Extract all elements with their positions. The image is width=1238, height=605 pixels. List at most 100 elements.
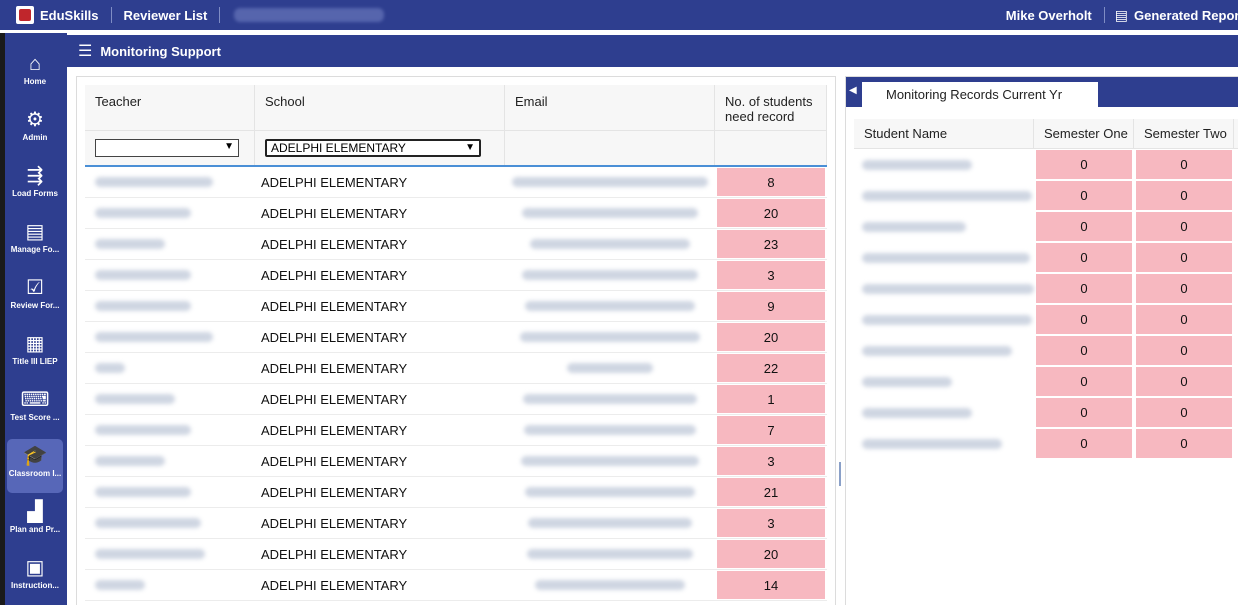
semester-two-cell[interactable]: 0 [1136,150,1232,179]
menu-icon[interactable]: ☰ [78,41,92,61]
list-item[interactable]: 00 [854,397,1238,428]
header-semester-one[interactable]: Semester One [1034,119,1134,148]
header-student-name[interactable]: Student Name [854,119,1034,148]
list-item[interactable]: 00 [854,304,1238,335]
tab-monitoring-records[interactable]: Monitoring Records Current Yr [862,82,1098,107]
school-cell: ADELPHI ELEMENTARY [261,329,408,345]
nav-item-9[interactable]: ▣ Instruction... [7,551,63,605]
semester-two-cell[interactable]: 0 [1136,429,1232,458]
table-row[interactable]: ADELPHI ELEMENTARY 8 [85,167,827,198]
table-row[interactable]: ADELPHI ELEMENTARY 1 [85,384,827,415]
header-email[interactable]: Email [505,85,715,130]
table-row[interactable]: ADELPHI ELEMENTARY 22 [85,353,827,384]
semester-two-cell[interactable]: 0 [1136,212,1232,241]
semester-two-cell[interactable]: 0 [1136,398,1232,427]
nav-item-8[interactable]: ▟ Plan and Pr... [7,495,63,549]
student-count-cell[interactable]: 1 [717,385,825,413]
student-count-cell[interactable]: 3 [717,447,825,475]
chevron-down-icon: ▼ [224,141,234,152]
semester-one-cell[interactable]: 0 [1036,367,1132,396]
header-teacher[interactable]: Teacher [85,85,255,130]
list-item[interactable]: 00 [854,273,1238,304]
list-item[interactable]: 00 [854,428,1238,459]
collapse-left-icon[interactable]: ◀ [849,85,857,96]
teacher-filter-select[interactable]: ▼ [95,139,239,157]
table-row[interactable]: ADELPHI ELEMENTARY 23 [85,229,827,260]
table-row[interactable]: ADELPHI ELEMENTARY 3 [85,446,827,477]
chevron-down-icon: ▼ [465,142,475,153]
nav-item-7[interactable]: 🎓 Classroom I... [7,439,63,493]
panel-splitter[interactable] [839,462,841,486]
table-row[interactable]: ADELPHI ELEMENTARY 7 [85,415,827,446]
list-item[interactable]: 00 [854,149,1238,180]
student-count-cell[interactable]: 3 [717,261,825,289]
semester-one-cell[interactable]: 0 [1036,212,1132,241]
header-school[interactable]: School [255,85,505,130]
eduskills-logo-icon[interactable] [16,6,34,24]
semester-two-cell[interactable]: 0 [1136,305,1232,334]
list-item[interactable]: 00 [854,242,1238,273]
list-item[interactable]: 00 [854,366,1238,397]
header-semester-two[interactable]: Semester Two [1134,119,1234,148]
layout-icon: ▣ [25,557,45,579]
nav-item-5[interactable]: ▦ Title III LIEP [7,327,63,381]
semester-two-cell[interactable]: 0 [1136,274,1232,303]
list-item[interactable]: 00 [854,335,1238,366]
nav-item-2[interactable]: ⇶ Load Forms [7,159,63,213]
student-count-cell[interactable]: 3 [717,509,825,537]
nav-item-label: Manage Fo... [10,245,60,254]
page-title: Monitoring Support [100,43,221,59]
table-row[interactable]: ADELPHI ELEMENTARY 20 [85,198,827,229]
list-item[interactable]: 00 [854,211,1238,242]
student-name-cell [854,335,1034,366]
student-count-cell[interactable]: 9 [717,292,825,320]
student-count-cell[interactable]: 20 [717,199,825,227]
semester-two-cell[interactable]: 0 [1136,181,1232,210]
user-name[interactable]: Mike Overholt [1006,8,1092,23]
header-student-count[interactable]: No. of students need record [715,85,827,130]
semester-one-cell[interactable]: 0 [1036,336,1132,365]
semester-one-cell[interactable]: 0 [1036,243,1132,272]
semester-one-cell[interactable]: 0 [1036,150,1132,179]
generated-reports-link[interactable]: Generated Reports [1134,8,1238,23]
student-count-cell[interactable]: 20 [717,323,825,351]
table-row[interactable]: ADELPHI ELEMENTARY 21 [85,477,827,508]
student-count-cell[interactable]: 7 [717,416,825,444]
semester-two-cell[interactable]: 0 [1136,367,1232,396]
semester-one-cell[interactable]: 0 [1036,398,1132,427]
list-item[interactable]: 00 [854,180,1238,211]
student-count-cell[interactable]: 20 [717,540,825,568]
student-count-cell[interactable]: 14 [717,571,825,599]
nav-item-1[interactable]: ⚙ Admin [7,103,63,157]
nav-item-4[interactable]: ☑ Review For... [7,271,63,325]
keyboard-icon: ⌨ [20,389,50,411]
nav-item-label: Title III LIEP [12,357,58,366]
table-row[interactable]: ADELPHI ELEMENTARY 20 [85,539,827,570]
student-count-cell[interactable]: 22 [717,354,825,382]
nav-item-3[interactable]: ▤ Manage Fo... [7,215,63,269]
semester-one-cell[interactable]: 0 [1036,181,1132,210]
teacher-cell [85,322,255,352]
table-row[interactable]: ADELPHI ELEMENTARY 3 [85,260,827,291]
student-count-cell[interactable]: 23 [717,230,825,258]
table-row[interactable]: ADELPHI ELEMENTARY 3 [85,508,827,539]
nav-item-6[interactable]: ⌨ Test Score ... [7,383,63,437]
semester-one-cell[interactable]: 0 [1036,274,1132,303]
table-row[interactable]: ADELPHI ELEMENTARY 14 [85,570,827,601]
student-count-cell[interactable]: 8 [717,168,825,196]
table-row[interactable]: ADELPHI ELEMENTARY 20 [85,322,827,353]
semester-one-cell[interactable]: 0 [1036,305,1132,334]
table-row[interactable]: ADELPHI ELEMENTARY 9 [85,291,827,322]
school-cell: ADELPHI ELEMENTARY [261,515,408,531]
school-cell: ADELPHI ELEMENTARY [261,484,408,500]
brand-name[interactable]: EduSkills [40,8,99,23]
reviewer-list-link[interactable]: Reviewer List [124,8,208,23]
student-count-cell[interactable]: 21 [717,478,825,506]
semester-two-cell[interactable]: 0 [1136,243,1232,272]
email-cell [505,260,715,290]
school-filter-select[interactable]: ADELPHI ELEMENTARY ▼ [265,139,481,157]
nav-item-0[interactable]: ⌂ Home [7,47,63,101]
report-icon[interactable]: ▤ [1115,7,1128,24]
semester-one-cell[interactable]: 0 [1036,429,1132,458]
semester-two-cell[interactable]: 0 [1136,336,1232,365]
